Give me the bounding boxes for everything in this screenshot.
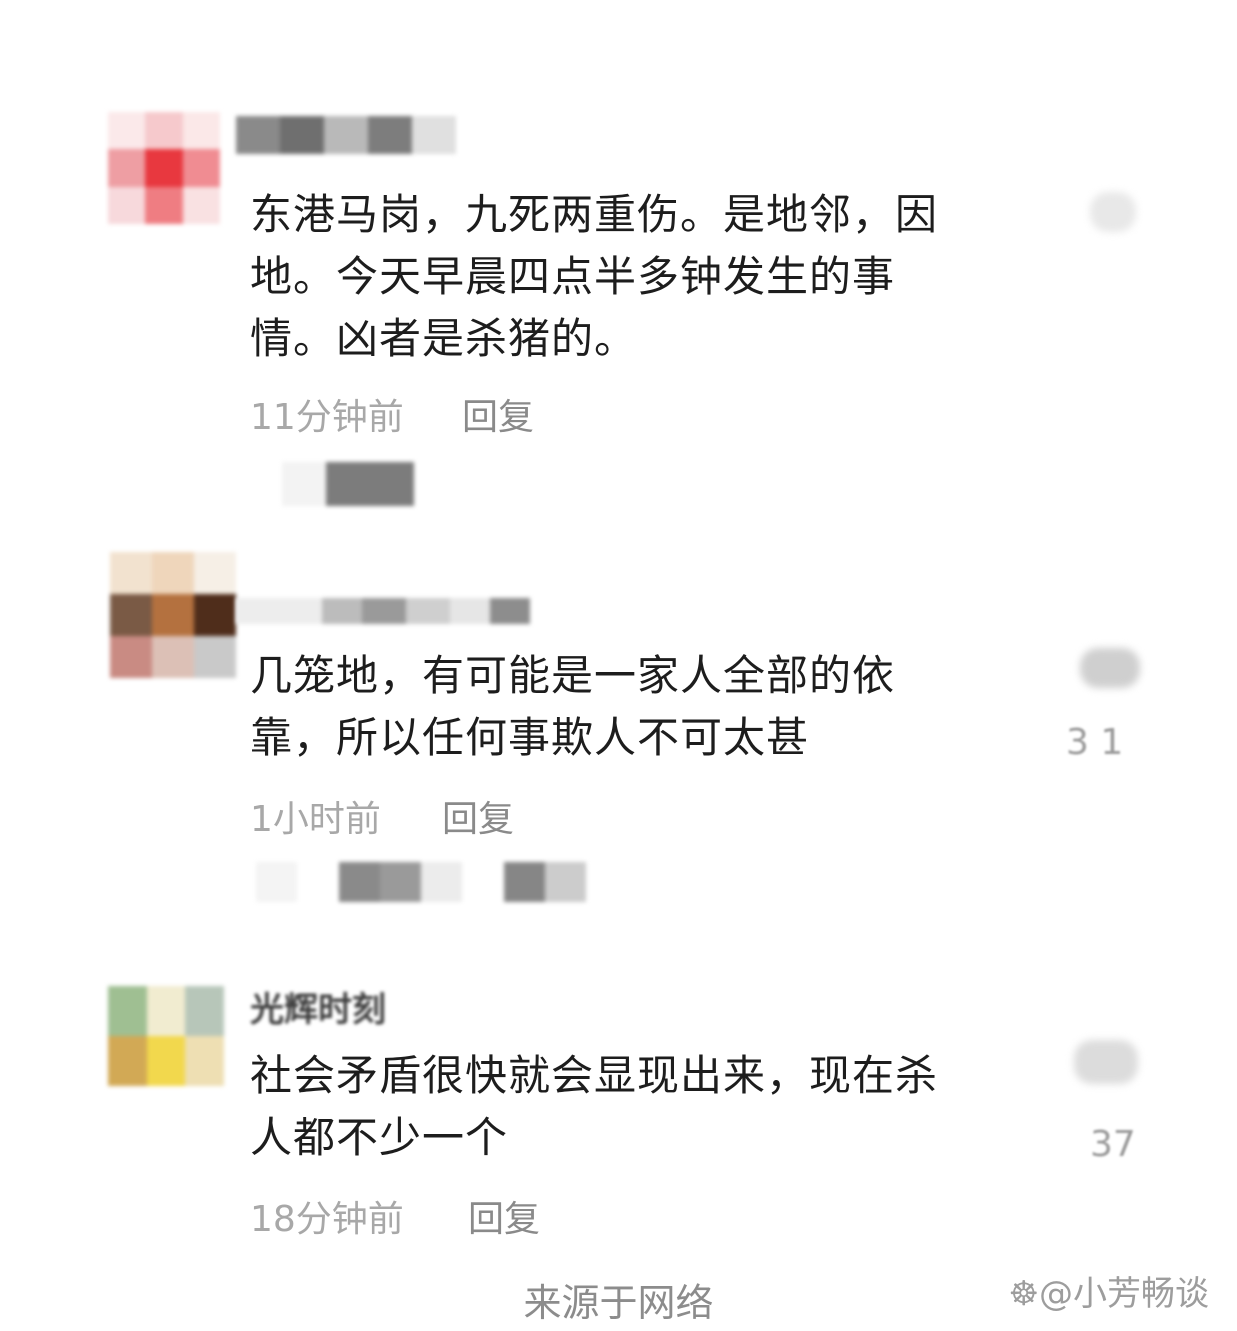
avatar[interactable] xyxy=(108,112,220,224)
comment-line: 社会矛盾很快就会显现出来，现在杀 xyxy=(250,1051,939,1100)
comment-line: 靠，所以任何事欺人不可太甚 xyxy=(250,713,810,762)
comment-text: 东港马岗，九死两重伤。是地邻，因 地。今天早晨四点半多钟发生的事 情。凶者是杀猪… xyxy=(250,184,938,370)
like-count: 37 xyxy=(1090,1124,1136,1165)
timestamp: 18分钟前 xyxy=(250,1199,404,1240)
comment-text: 几笼地，有可能是一家人全部的依 靠，所以任何事欺人不可太甚 xyxy=(250,645,895,769)
reply-button[interactable]: 回复 xyxy=(462,388,534,440)
timestamp: 11分钟前 xyxy=(250,397,404,438)
avatar[interactable] xyxy=(108,986,224,1086)
view-replies-button[interactable] xyxy=(256,862,586,902)
like-icon[interactable] xyxy=(1090,192,1136,232)
paw-icon: ☸ xyxy=(1008,1274,1039,1314)
username[interactable]: 光辉时刻 xyxy=(250,982,386,1031)
like-icon[interactable] xyxy=(1080,648,1140,688)
watermark: ☸@小芳畅谈 xyxy=(1009,1266,1209,1315)
comment-line: 人都不少一个 xyxy=(250,1113,509,1162)
like-icon[interactable] xyxy=(1074,1040,1138,1084)
like-count: 3 1 xyxy=(1066,722,1124,763)
avatar[interactable] xyxy=(110,552,236,678)
username[interactable] xyxy=(236,116,456,154)
username[interactable] xyxy=(236,598,530,624)
reply-button[interactable]: 回复 xyxy=(468,1190,540,1242)
comment-line: 几笼地，有可能是一家人全部的依 xyxy=(250,651,896,700)
watermark-text: @小芳畅谈 xyxy=(1039,1274,1209,1314)
comment-text: 社会矛盾很快就会显现出来，现在杀 人都不少一个 xyxy=(250,1045,938,1169)
view-replies-button[interactable] xyxy=(282,462,414,506)
reply-button[interactable]: 回复 xyxy=(442,790,514,842)
comment-line: 东港马岗，九死两重伤。是地邻，因 xyxy=(250,190,939,239)
comment-line: 地。今天早晨四点半多钟发生的事 xyxy=(250,252,896,301)
timestamp: 1小时前 xyxy=(250,799,381,840)
comment-line: 情。凶者是杀猪的。 xyxy=(250,314,638,363)
